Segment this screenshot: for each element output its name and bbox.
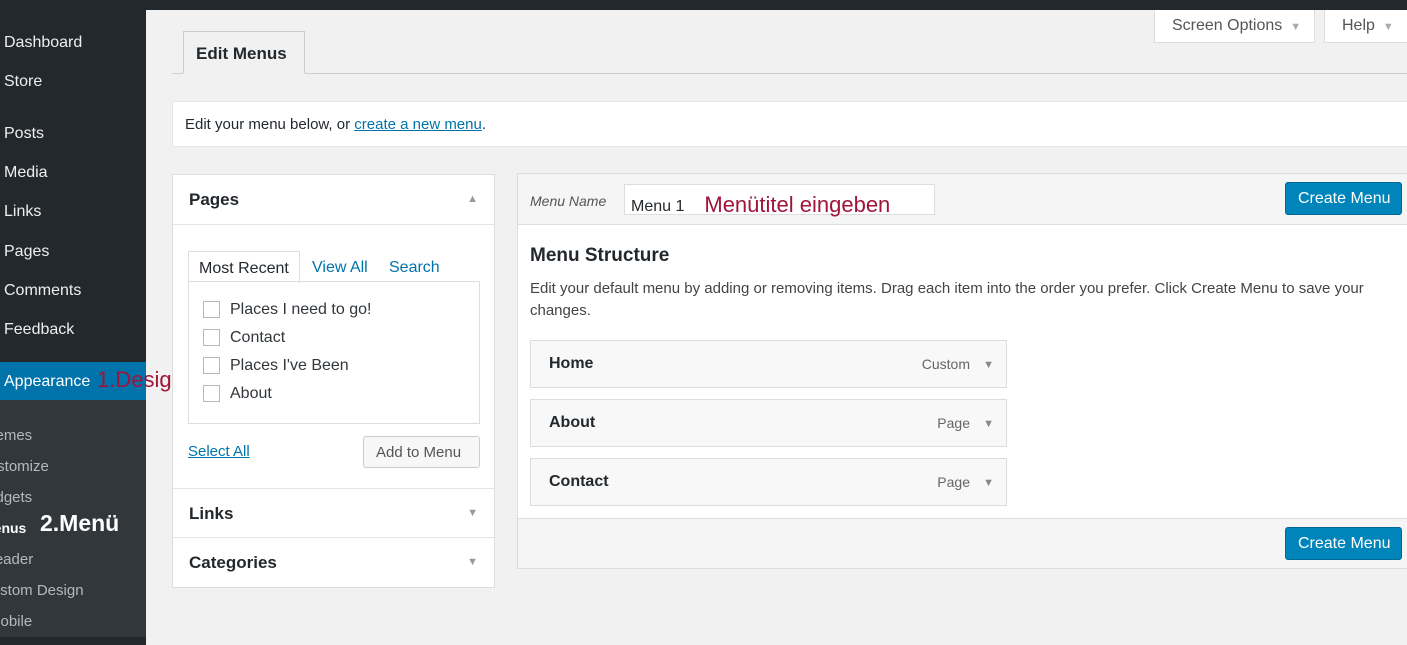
screen-options-button[interactable]: Screen Options ▼ xyxy=(1154,10,1315,43)
sidebar-item-dashboard[interactable]: Dashboard xyxy=(4,34,82,52)
menu-name-value: Menu 1 xyxy=(631,198,685,215)
submenu-item-widgets[interactable]: Widgets xyxy=(0,489,32,506)
caret-down-icon: ▼ xyxy=(1290,21,1302,33)
submenu-item-menus[interactable]: Menus xyxy=(0,520,26,536)
links-section-header[interactable]: Links ▼ xyxy=(173,488,494,538)
sidebar-item-store[interactable]: Store xyxy=(4,73,42,91)
screen-options-label: Screen Options xyxy=(1172,17,1283,34)
categories-section-header[interactable]: Categories ▼ xyxy=(173,538,494,588)
caret-down-icon[interactable]: ▼ xyxy=(983,477,994,489)
admin-sidebar: Dashboard Store Posts Media Links Pages … xyxy=(0,10,146,645)
sidebar-item-feedback[interactable]: Feedback xyxy=(4,321,74,339)
sidebar-item-media[interactable]: Media xyxy=(4,164,48,182)
submenu-item-themes[interactable]: Themes xyxy=(0,427,32,444)
create-new-menu-link[interactable]: create a new menu xyxy=(354,116,482,133)
caret-up-icon: ▲ xyxy=(467,193,478,205)
add-to-menu-button[interactable]: Add to Menu xyxy=(363,436,480,468)
create-menu-button-bottom[interactable]: Create Menu xyxy=(1285,527,1402,560)
submenu-item-header[interactable]: Header xyxy=(0,551,33,568)
caret-down-icon[interactable]: ▼ xyxy=(983,418,994,430)
menu-item-type: Page xyxy=(937,415,970,431)
sidebar-item-posts[interactable]: Posts xyxy=(4,125,44,143)
help-label: Help xyxy=(1342,17,1375,34)
menu-item-about[interactable]: About Page ▼ xyxy=(530,399,1007,447)
tab-view-all[interactable]: View All xyxy=(302,251,378,283)
menu-item-contact[interactable]: Contact Page ▼ xyxy=(530,458,1007,506)
notice-text: Edit your menu below, or xyxy=(185,116,351,133)
menu-structure-description: Edit your default menu by adding or remo… xyxy=(530,280,1364,319)
annotation-design: 1.Design xyxy=(97,367,184,392)
menu-header-bar: Menu Name Menu 1 Menütitel eingeben Creat… xyxy=(518,174,1407,225)
sidebar-item-label: Appearance xyxy=(4,373,91,390)
caret-down-icon: ▼ xyxy=(467,556,478,568)
page-label: Contact xyxy=(230,329,286,346)
annotation-menu: 2.Menü xyxy=(40,510,120,536)
sidebar-item-links[interactable]: Links xyxy=(4,203,41,221)
menu-item-type: Custom xyxy=(921,356,970,372)
page-label: Places I need to go! xyxy=(230,301,372,318)
caret-down-icon: ▼ xyxy=(1382,21,1394,33)
submenu-item-mobile[interactable]: Mobile xyxy=(0,613,32,630)
checkbox[interactable] xyxy=(203,357,220,375)
menu-name-annotation: Menütitel eingeben xyxy=(704,192,891,217)
menu-item-title: Home xyxy=(549,355,594,372)
menu-item-home[interactable]: Home Custom ▼ xyxy=(530,340,1007,388)
caret-down-icon: ▼ xyxy=(467,507,478,519)
submenu-item-customize[interactable]: Customize xyxy=(0,458,49,475)
sidebar-item-comments[interactable]: Comments xyxy=(4,282,81,300)
list-item[interactable]: About xyxy=(203,385,272,403)
submenu-item-custom-design[interactable]: Custom Design xyxy=(0,582,84,599)
menu-item-type: Page xyxy=(937,474,970,490)
pages-section-title: Pages xyxy=(189,190,240,209)
notice-end: . xyxy=(481,116,487,133)
admin-bar xyxy=(0,0,1407,10)
manage-menus-notice: Edit your menu below, or create a new me… xyxy=(172,101,1407,147)
menu-structure-title: Menu Structure xyxy=(530,245,670,266)
tab-divider xyxy=(172,73,1407,74)
menu-name-field[interactable]: Menu 1 Menütitel eingeben xyxy=(624,184,935,217)
select-all-link[interactable]: Select All xyxy=(188,443,250,460)
help-button[interactable]: Help ▼ xyxy=(1324,10,1407,43)
sidebar-item-pages[interactable]: Pages xyxy=(4,243,49,261)
list-item[interactable]: Places I need to go! xyxy=(203,301,371,319)
menu-management-panel: Menu Name Menu 1 Menütitel eingeben Creat… xyxy=(517,173,1407,569)
tab-most-recent[interactable]: Most Recent xyxy=(188,251,300,283)
caret-down-icon[interactable]: ▼ xyxy=(983,359,994,371)
pages-checklist: Places I need to go! Contact Places I've… xyxy=(188,281,480,424)
checkbox[interactable] xyxy=(203,329,220,347)
list-item[interactable]: Contact xyxy=(203,329,285,347)
categories-section-title: Categories xyxy=(189,553,277,572)
tab-edit-menus[interactable]: Edit Menus xyxy=(183,31,305,74)
menu-item-title: About xyxy=(549,414,596,431)
links-section-title: Links xyxy=(189,504,234,523)
add-menu-items-panel: Pages ▲ Most Recent View All Search Plac… xyxy=(172,174,495,588)
create-menu-button[interactable]: Create Menu xyxy=(1285,182,1402,215)
page-label: Places I've Been xyxy=(230,357,349,374)
checkbox[interactable] xyxy=(203,301,220,319)
menu-item-title: Contact xyxy=(549,473,609,490)
menu-name-label: Menu Name xyxy=(530,193,607,209)
pages-section-header[interactable]: Pages ▲ xyxy=(173,175,494,225)
list-item[interactable]: Places I've Been xyxy=(203,357,349,375)
tab-search[interactable]: Search xyxy=(379,251,450,283)
checkbox[interactable] xyxy=(203,385,220,403)
menu-footer-bar: Create Menu xyxy=(518,518,1407,568)
page-label: About xyxy=(230,385,272,402)
